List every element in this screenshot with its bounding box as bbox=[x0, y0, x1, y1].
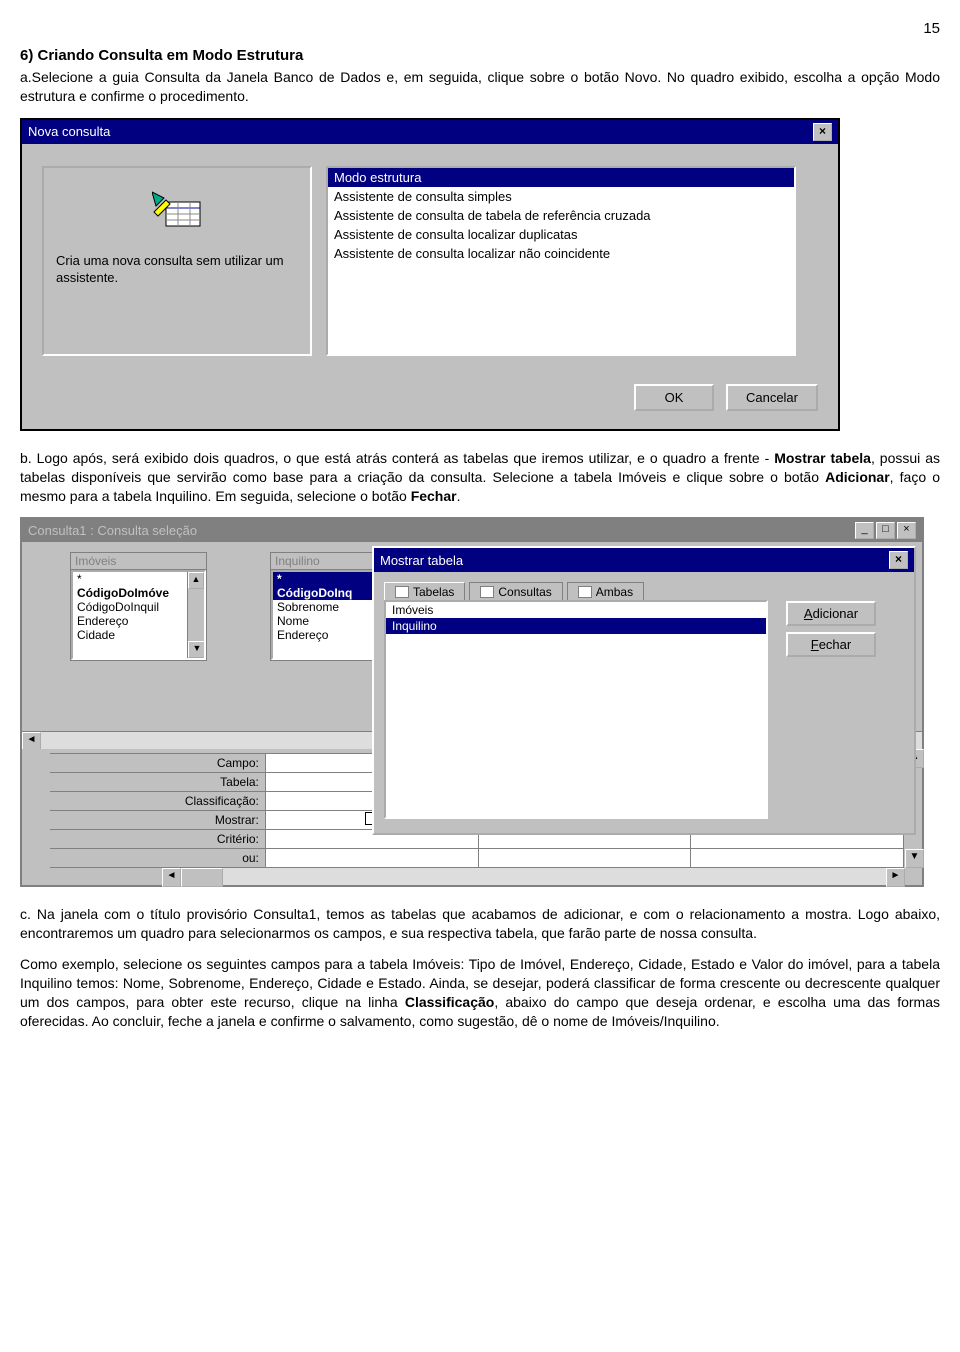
query-icon bbox=[480, 586, 494, 598]
table-icon bbox=[395, 586, 409, 598]
scrollbar[interactable]: ▲▼ bbox=[187, 572, 204, 658]
nova-consulta-dialog: Nova consulta × Cria uma nova consulta s… bbox=[20, 118, 840, 431]
adicionar-button[interactable]: Adicionar bbox=[786, 601, 876, 626]
maximize-icon[interactable]: □ bbox=[876, 522, 895, 539]
table-box-imoveis[interactable]: Imóveis * CódigoDoImóve CódigoDoInquil E… bbox=[70, 552, 207, 661]
grid-label: Tabela: bbox=[50, 773, 265, 792]
tab-tabelas[interactable]: Tabelas bbox=[384, 582, 465, 601]
dialog-titlebar: Nova consulta × bbox=[22, 120, 838, 144]
list-item[interactable]: Modo estrutura bbox=[328, 168, 794, 187]
paragraph-a: a.Selecione a guia Consulta da Janela Ba… bbox=[20, 68, 940, 106]
ok-button[interactable]: OK bbox=[634, 384, 714, 411]
field-item[interactable]: * bbox=[73, 572, 204, 586]
tab-ambas[interactable]: Ambas bbox=[567, 582, 644, 601]
dialog-title: Nova consulta bbox=[28, 124, 110, 139]
paragraph-b: b. Logo após, será exibido dois quadros,… bbox=[20, 449, 940, 506]
options-listbox[interactable]: Modo estrutura Assistente de consulta si… bbox=[326, 166, 796, 356]
list-item[interactable]: Assistente de consulta de tabela de refe… bbox=[328, 206, 794, 225]
field-item[interactable]: Endereço bbox=[73, 614, 204, 628]
field-item[interactable]: CódigoDoInquil bbox=[73, 600, 204, 614]
page-number: 15 bbox=[20, 20, 940, 37]
close-icon[interactable]: × bbox=[813, 123, 832, 141]
close-icon[interactable]: × bbox=[889, 551, 908, 569]
window-title: Consulta1 : Consulta seleção bbox=[28, 523, 197, 538]
query-design-icon bbox=[152, 190, 202, 230]
query-design-window: Consulta1 : Consulta seleção _ □ × Imóve… bbox=[20, 517, 924, 887]
description-panel: Cria uma nova consulta sem utilizar um a… bbox=[42, 166, 312, 356]
mostrar-tabela-dialog: Mostrar tabela × Tabelas Consultas Ambas… bbox=[372, 546, 916, 835]
list-item[interactable]: Inquilino bbox=[386, 618, 766, 634]
fechar-button[interactable]: Fechar bbox=[786, 632, 876, 657]
grid-label: Campo: bbox=[50, 754, 265, 773]
grid-label: Classificação: bbox=[50, 792, 265, 811]
dialog-title: Mostrar tabela bbox=[380, 553, 463, 568]
grid-label: Mostrar: bbox=[50, 811, 265, 830]
paragraph-c2: Como exemplo, selecione os seguintes cam… bbox=[20, 955, 940, 1031]
list-item[interactable]: Assistente de consulta localizar duplica… bbox=[328, 225, 794, 244]
minimize-icon[interactable]: _ bbox=[855, 522, 874, 539]
list-item[interactable]: Assistente de consulta simples bbox=[328, 187, 794, 206]
list-item[interactable]: Assistente de consulta localizar não coi… bbox=[328, 244, 794, 263]
grid-label: Critério: bbox=[50, 830, 265, 849]
field-item[interactable]: CódigoDoImóve bbox=[73, 586, 204, 600]
tab-consultas[interactable]: Consultas bbox=[469, 582, 562, 601]
field-item[interactable]: Cidade bbox=[73, 628, 204, 642]
tables-listbox[interactable]: Imóveis Inquilino bbox=[384, 600, 768, 819]
table-header: Imóveis bbox=[71, 553, 206, 570]
both-icon bbox=[578, 586, 592, 598]
grid-horizontal-scrollbar[interactable]: ◄► bbox=[162, 868, 905, 885]
cancel-button[interactable]: Cancelar bbox=[726, 384, 818, 411]
paragraph-c1: c. Na janela com o título provisório Con… bbox=[20, 905, 940, 943]
grid-label: ou: bbox=[50, 849, 265, 868]
description-text: Cria uma nova consulta sem utilizar um a… bbox=[56, 253, 298, 287]
close-icon[interactable]: × bbox=[897, 522, 916, 539]
list-item[interactable]: Imóveis bbox=[386, 602, 766, 618]
section-heading: 6) Criando Consulta em Modo Estrutura bbox=[20, 47, 940, 64]
